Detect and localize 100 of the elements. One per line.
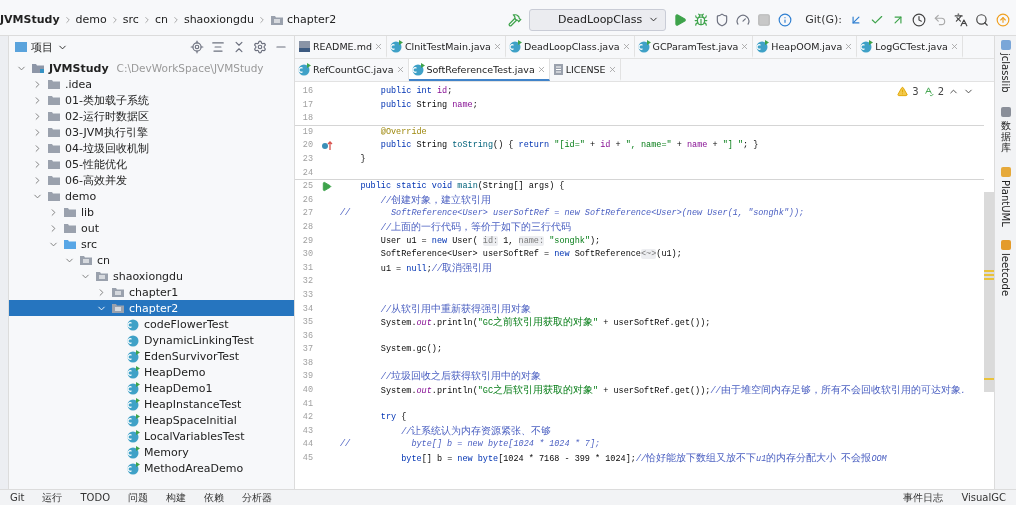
tree-item[interactable]: demo [9, 188, 294, 204]
tree-item[interactable]: HeapDemo [9, 364, 294, 380]
run-icon[interactable] [673, 12, 688, 27]
breadcrumb[interactable]: demo [75, 13, 107, 26]
tree-item[interactable]: JVMStudy C:\DevWorkSpace\JVMStudy [9, 60, 294, 76]
tree-item[interactable]: 02-运行时数据区 [9, 108, 294, 124]
tree-item[interactable]: lib [9, 204, 294, 220]
collapse-all-icon[interactable] [232, 40, 246, 54]
close-icon[interactable] [492, 41, 502, 51]
typo-check-icon[interactable] [922, 86, 934, 97]
side-tool-tab[interactable]: jclasslib [1000, 40, 1011, 93]
info-icon[interactable] [778, 12, 793, 27]
tree-item[interactable]: shaoxiongdu [9, 268, 294, 284]
tree-item[interactable]: cn [9, 252, 294, 268]
debug-bug-icon[interactable] [694, 12, 709, 27]
close-icon[interactable] [373, 41, 383, 51]
tool-window-tab[interactable]: 运行 [42, 490, 63, 505]
tree-item[interactable]: Memory [9, 444, 294, 460]
editor-tab[interactable]: LogGCTest.java [857, 36, 963, 58]
runnable-class-icon [127, 381, 140, 395]
breadcrumb[interactable]: chapter2 [286, 13, 337, 26]
tool-window-tab[interactable]: 构建 [166, 490, 186, 505]
line-number: 38 [301, 356, 313, 370]
tree-item[interactable]: HeapDemo1 [9, 380, 294, 396]
run-configuration-dropdown[interactable]: DeadLoopClass [529, 8, 667, 31]
tree-item[interactable]: chapter2 [9, 300, 294, 316]
tool-window-tab[interactable]: TODO [80, 490, 110, 505]
tree-item[interactable]: .idea [9, 76, 294, 92]
package-icon [111, 286, 125, 298]
text-file-icon [552, 62, 564, 76]
side-tool-tab[interactable]: leetcode [1000, 240, 1011, 297]
close-icon[interactable] [621, 41, 631, 51]
run-gutter-icon[interactable] [321, 180, 332, 192]
package-icon [111, 302, 125, 314]
tree-item[interactable]: HeapInstanceTest [9, 396, 294, 412]
tool-window-tab[interactable]: 依赖 [204, 490, 224, 505]
close-icon[interactable] [395, 64, 405, 74]
breadcrumb[interactable]: shaoxiongdu [183, 13, 254, 26]
override-marker-icon[interactable] [320, 140, 333, 152]
scrollbar[interactable] [984, 192, 994, 392]
editor-tab[interactable]: LICENSE [549, 59, 621, 81]
line-number: 18 [301, 112, 313, 125]
tool-window-tab[interactable]: 事件日志 [903, 490, 944, 505]
tree-item[interactable]: 03-JVM执行引擎 [9, 124, 294, 140]
line-number: 16 [301, 85, 313, 98]
coverage-shield-icon[interactable] [715, 12, 730, 27]
close-icon[interactable] [607, 64, 617, 74]
tree-item[interactable]: out [9, 220, 294, 236]
project-view-dropdown[interactable]: 项目 [15, 39, 68, 55]
folder-icon [47, 142, 61, 154]
expand-all-icon[interactable] [211, 40, 225, 54]
close-icon[interactable] [949, 41, 959, 51]
editor-tab[interactable]: ClnitTestMain.java [386, 36, 506, 58]
tree-item[interactable]: src [9, 236, 294, 252]
tree-item[interactable]: LocalVariablesTest [9, 428, 294, 444]
breadcrumb[interactable]: src [122, 13, 139, 26]
search-icon[interactable] [975, 12, 989, 27]
editor-tab[interactable]: RefCountGC.java [295, 59, 409, 81]
editor-tab[interactable]: README.md [295, 36, 387, 58]
build-hammer-icon[interactable] [508, 12, 522, 27]
code-line: //上面的一行代码，等价于如下的三行代码 [379, 220, 571, 234]
tree-item[interactable]: 01-类加载子系统 [9, 92, 294, 108]
profile-gauge-icon[interactable] [736, 12, 751, 27]
tree-item[interactable]: 05-性能优化 [9, 156, 294, 172]
tree-item[interactable]: codeFlowerTest [9, 316, 294, 332]
translate-icon[interactable] [954, 12, 968, 27]
tree-item[interactable]: DynamicLinkingTest [9, 332, 294, 348]
locate-icon[interactable] [190, 40, 204, 54]
tree-item[interactable]: MethodAreaDemo [9, 460, 294, 476]
close-icon[interactable] [844, 41, 854, 51]
breadcrumb[interactable]: JVMStudy [0, 13, 60, 26]
history-clock-icon[interactable] [912, 12, 926, 27]
breadcrumb[interactable]: cn [154, 13, 168, 26]
editor-tab[interactable]: GCParamTest.java [634, 36, 754, 58]
tree-item[interactable]: 04-垃圾回收机制 [9, 140, 294, 156]
update-circle-icon[interactable] [996, 12, 1010, 27]
warning-icon[interactable] [897, 86, 909, 97]
typo-count[interactable]: 2 [937, 86, 944, 97]
tree-item[interactable]: 06-高效并发 [9, 172, 294, 188]
line-number: 33 [301, 288, 313, 302]
side-tool-tab[interactable]: 数据库 [1000, 106, 1011, 153]
editor-tab[interactable]: SoftReferenceTest.java [408, 59, 550, 81]
close-icon[interactable] [536, 64, 546, 74]
close-icon[interactable] [740, 41, 750, 51]
side-tool-tab[interactable]: PlantUML [1000, 166, 1011, 227]
settings-icon[interactable] [253, 40, 267, 54]
tree-item[interactable]: EdenSurvivorTest [9, 348, 294, 364]
stop-icon[interactable] [757, 12, 772, 27]
tree-item[interactable]: chapter1 [9, 284, 294, 300]
tool-window-tab[interactable]: Git [10, 490, 25, 505]
rollback-icon[interactable] [933, 12, 947, 27]
tool-window-tab[interactable]: VisualGC [961, 490, 1006, 505]
editor-tab[interactable]: DeadLoopClass.java [505, 36, 635, 58]
tool-window-tab[interactable]: 问题 [128, 490, 148, 505]
tree-item[interactable]: HeapSpaceInitial [9, 412, 294, 428]
line-number: 17 [301, 98, 313, 112]
tool-window-tab[interactable]: 分析器 [242, 490, 272, 505]
warning-count[interactable]: 3 [912, 86, 919, 97]
editor-tab[interactable]: HeapOOM.java [753, 36, 858, 58]
line-number: 44 [301, 438, 313, 452]
